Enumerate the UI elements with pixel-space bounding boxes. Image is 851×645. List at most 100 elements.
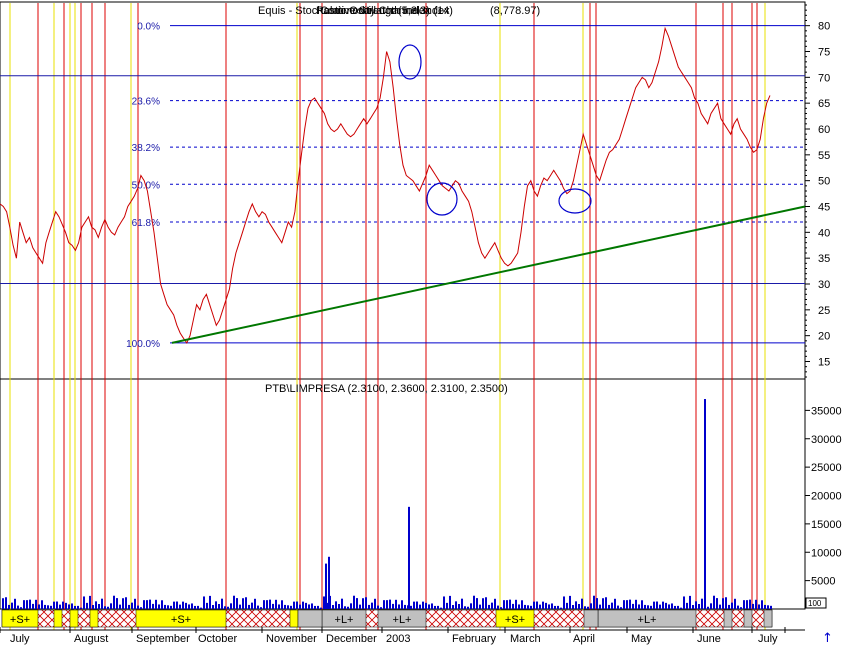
- volume-bar: [533, 601, 535, 609]
- volume-bar: [587, 606, 589, 609]
- volume-bar: [740, 607, 742, 609]
- signal-band-label: +S+: [505, 614, 525, 626]
- volume-bar: [656, 601, 658, 609]
- ellipse-trough: [426, 182, 458, 216]
- scroll-arrow-icon[interactable]: ↑: [822, 631, 833, 645]
- volume-bar: [323, 596, 325, 609]
- volume-bar: [365, 597, 367, 609]
- volume-bar: [752, 603, 754, 609]
- volume-bar: [368, 604, 370, 609]
- volume-bar: [716, 598, 718, 609]
- signal-band-small: [69, 609, 79, 628]
- volume-bar: [113, 595, 115, 609]
- volume-bar: [209, 595, 211, 609]
- volume-bar: [341, 598, 343, 609]
- fibonacci-levels: 0.0%23.6%38.2%50.0%61.8%100.0%: [126, 22, 805, 350]
- volume-bar: [245, 597, 247, 609]
- volume-bar: [137, 605, 139, 609]
- month-label: April: [573, 633, 595, 645]
- volume-bar: [257, 605, 259, 609]
- volume-bar: [62, 601, 64, 609]
- green-trend-line: [171, 205, 806, 344]
- volume-tick-label: 10000: [811, 547, 842, 559]
- volume-bar: [458, 604, 460, 609]
- volume-bar: [410, 605, 412, 609]
- volume-bar: [554, 605, 556, 609]
- volume-bar: [23, 600, 25, 609]
- volume-bar: [644, 604, 646, 609]
- fib-level-label: 38.2%: [132, 143, 160, 154]
- volume-bar: [572, 605, 574, 609]
- month-label: July: [10, 633, 30, 645]
- volume-bar: [485, 597, 487, 609]
- volume-bar: [527, 605, 529, 609]
- volume-bar: [764, 604, 766, 609]
- volume-bar: [293, 601, 295, 609]
- volume-bar: [239, 604, 241, 609]
- volume-bar: [74, 605, 76, 609]
- volume-bar: [455, 601, 457, 609]
- volume-bar: [125, 597, 127, 609]
- volume-bar: [140, 607, 142, 609]
- volume-bar: [569, 595, 571, 609]
- volume-bar: [203, 596, 205, 609]
- month-axis: July August September October November Decemb…: [0, 627, 805, 645]
- volume-bar: [65, 602, 67, 609]
- y-tick-label: 15: [818, 357, 830, 369]
- volume-bar: [347, 606, 349, 609]
- month-label: September: [136, 633, 190, 645]
- volume-bar: [38, 604, 40, 609]
- volume-bar: [80, 607, 82, 609]
- volume-bar: [581, 598, 583, 609]
- volume-bar: [17, 605, 19, 609]
- volume-bar: [539, 604, 541, 609]
- volume-bar: [635, 599, 637, 609]
- volume-bar: [710, 603, 712, 609]
- chart-title-overlay: (8,778.97): [490, 5, 540, 17]
- volume-spike-bar: [704, 399, 706, 609]
- volume-tick-label: 35000: [811, 405, 842, 417]
- volume-bar: [158, 604, 160, 609]
- volume-bar: [278, 604, 280, 609]
- volume-bar: [629, 599, 631, 609]
- volume-bar: [770, 605, 772, 609]
- volume-bar: [422, 601, 424, 609]
- volume-bar: [305, 602, 307, 609]
- fib-level-label: 0.0%: [137, 22, 160, 33]
- legend-box-label: 100: [808, 599, 822, 608]
- volume-bar: [335, 601, 337, 609]
- volume-bar: [542, 601, 544, 609]
- volume-bar: [275, 599, 277, 609]
- ellipse-peak: [398, 44, 422, 80]
- volume-bar: [425, 602, 427, 609]
- volume-bar: [440, 607, 442, 609]
- volume-bar: [551, 603, 553, 609]
- volume-bar: [302, 601, 304, 609]
- volume-bar: [224, 606, 226, 609]
- volume-bar: [728, 604, 730, 609]
- volume-bar: [713, 595, 715, 609]
- volume-title: PTB\LIMPRESA (2.3100, 2.3600, 2.3100, 2.…: [265, 383, 508, 395]
- volume-bar: [71, 603, 73, 609]
- volume-bar: [518, 604, 520, 609]
- volume-bar: [185, 602, 187, 609]
- signal-vertical-lines: [9, 3, 766, 630]
- volume-bar: [479, 604, 481, 609]
- annotation-ellipses: [398, 44, 592, 216]
- volume-bar: [566, 602, 568, 609]
- volume-bar: [575, 601, 577, 609]
- volume-bar: [362, 598, 364, 609]
- volume-bar: [632, 603, 634, 609]
- volume-bar: [242, 598, 244, 609]
- y-tick-label: 45: [818, 202, 830, 214]
- volume-bar: [344, 606, 346, 609]
- volume-bar: [665, 602, 667, 609]
- signal-band-label: +L+: [393, 614, 412, 626]
- volume-bar: [395, 599, 397, 609]
- volume-bar: [707, 606, 709, 609]
- month-label: July: [758, 633, 778, 645]
- volume-bar: [44, 604, 46, 609]
- volume-bar: [659, 604, 661, 609]
- volume-bar: [731, 602, 733, 609]
- volume-bar: [350, 603, 352, 609]
